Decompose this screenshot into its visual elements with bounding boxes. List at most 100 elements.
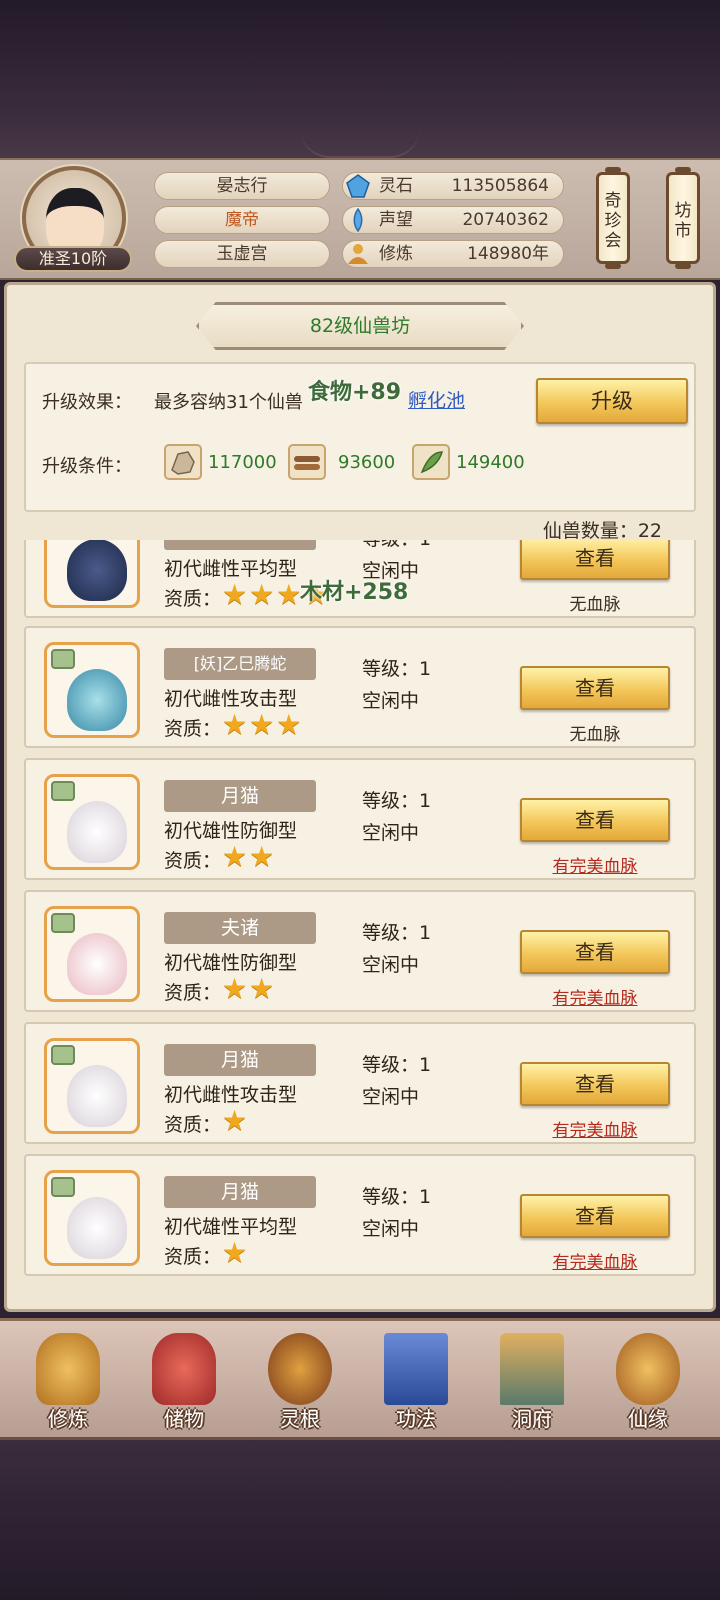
bloodline-link[interactable]: 有完美血脉 xyxy=(520,984,670,1009)
beast-type: 初代雌性攻击型 xyxy=(164,688,298,710)
nav-fate[interactable]: 仙缘 xyxy=(598,1327,698,1437)
bottom-nav: 修炼 储物 灵根 功法 洞府 仙缘 xyxy=(0,1318,720,1440)
fate-gourd-icon xyxy=(616,1333,680,1405)
stat-value: 20740362 xyxy=(462,210,549,230)
stat-label: 修炼 xyxy=(379,244,413,264)
ore-amount: 117000 xyxy=(208,452,277,473)
top-ornament xyxy=(300,128,420,158)
technique-book-icon xyxy=(384,1333,448,1405)
nav-label: 储物 xyxy=(164,1407,204,1431)
bottom-background xyxy=(0,1440,720,1600)
stat-reputation: 声望 20740362 xyxy=(342,206,564,234)
view-button[interactable]: 查看 xyxy=(520,540,670,580)
view-button[interactable]: 查看 xyxy=(520,1062,670,1106)
quality-label: 资质： xyxy=(164,982,222,1004)
bloodline-link[interactable]: 有完美血脉 xyxy=(520,852,670,877)
quality-stars: ★ xyxy=(222,1104,250,1137)
meditation-icon xyxy=(348,244,368,264)
view-button[interactable]: 查看 xyxy=(520,666,670,710)
upgrade-effect-value: 最多容纳31个仙兽 xyxy=(154,392,303,413)
view-button[interactable]: 查看 xyxy=(520,798,670,842)
cave-mansion-icon xyxy=(500,1333,564,1405)
bloodline-text: 无血脉 xyxy=(569,595,621,615)
beast-card[interactable]: 月猫 初代雌性攻击型 资质： ★ 等级：1 空闲中 查看 有完美血脉 xyxy=(24,1022,696,1144)
beast-level: 等级：1 xyxy=(362,540,431,551)
beast-status: 空闲中 xyxy=(362,690,420,712)
quality-stars: ★★ xyxy=(222,840,277,873)
quality-label: 资质： xyxy=(164,850,222,872)
beast-portrait xyxy=(44,642,140,738)
nav-technique[interactable]: 功法 xyxy=(366,1327,466,1437)
nav-label: 功法 xyxy=(396,1407,436,1431)
stat-value: 148980年 xyxy=(467,244,549,264)
player-name: 晏志行 xyxy=(154,172,330,200)
panel-title: 82级仙兽坊 xyxy=(196,302,524,350)
beast-type: 初代雌性平均型 xyxy=(164,558,298,580)
nav-label: 洞府 xyxy=(512,1407,552,1431)
beast-name: 月猫 xyxy=(164,1044,316,1076)
stat-spirit-stone: 灵石 113505864 xyxy=(342,172,564,200)
nav-label: 仙缘 xyxy=(628,1407,668,1431)
stat-value: 113505864 xyxy=(451,176,549,196)
hatch-pool-link[interactable]: 孵化池 xyxy=(408,386,465,413)
top-background xyxy=(0,0,720,160)
beast-type: 初代雄性防御型 xyxy=(164,952,298,974)
beast-status: 空闲中 xyxy=(362,1086,420,1108)
player-header: 准圣10阶 晏志行 魔帝 玉虚宫 灵石 113505864 声望 2074036… xyxy=(0,158,720,280)
beast-portrait xyxy=(44,906,140,1002)
quality-label: 资质： xyxy=(164,718,222,740)
beast-status: 空闲中 xyxy=(362,954,420,976)
beast-count: 仙兽数量：22 xyxy=(542,520,662,542)
nav-storage[interactable]: 储物 xyxy=(134,1327,234,1437)
lock-icon xyxy=(51,1177,75,1197)
beast-name: [妖]乙巳腾蛇 xyxy=(164,648,316,680)
beast-card[interactable]: [妖]乙巳腾蛇 初代雌性攻击型 资质： ★★★ 等级：1 空闲中 查看 无血脉 xyxy=(24,626,696,748)
beast-name xyxy=(164,540,316,550)
quality-stars: ★★★ xyxy=(222,708,304,741)
spirit-stone-icon xyxy=(346,174,370,198)
beast-status: 空闲中 xyxy=(362,822,420,844)
lock-icon xyxy=(51,1045,75,1065)
view-button[interactable]: 查看 xyxy=(520,930,670,974)
upgrade-condition-label: 升级条件： xyxy=(42,456,132,477)
stat-label: 灵石 xyxy=(379,176,413,196)
beast-status: 空闲中 xyxy=(362,1218,420,1240)
storage-bag-icon xyxy=(152,1333,216,1405)
beast-name: 夫诸 xyxy=(164,912,316,944)
bloodline-link[interactable]: 有完美血脉 xyxy=(520,1248,670,1273)
beast-type: 初代雄性防御型 xyxy=(164,820,298,842)
beast-image xyxy=(67,1065,127,1127)
rank-badge: 准圣10阶 xyxy=(14,246,132,272)
beast-portrait xyxy=(44,540,140,608)
beast-image xyxy=(67,669,127,731)
beast-image xyxy=(67,540,127,601)
nav-cultivate[interactable]: 修炼 xyxy=(18,1327,118,1437)
beast-card[interactable]: 夫诸 初代雄性防御型 资质： ★★ 等级：1 空闲中 查看 有完美血脉 xyxy=(24,890,696,1012)
upgrade-effect-label: 升级效果： xyxy=(42,392,132,413)
beast-image xyxy=(67,801,127,863)
herb-icon xyxy=(412,444,450,480)
bloodline-link[interactable]: 有完美血脉 xyxy=(520,1116,670,1141)
cultivate-icon xyxy=(36,1333,100,1405)
beast-card[interactable]: 月猫 初代雄性防御型 资质： ★★ 等级：1 空闲中 查看 有完美血脉 xyxy=(24,758,696,880)
reputation-icon xyxy=(353,208,363,232)
player-sect: 玉虚宫 xyxy=(154,240,330,268)
treasure-fair-button[interactable]: 奇珍会 xyxy=(596,167,630,269)
quality-label: 资质： xyxy=(164,1114,222,1136)
upgrade-button[interactable]: 升级 xyxy=(536,378,688,424)
beast-card[interactable]: 月猫 初代雄性平均型 资质： ★ 等级：1 空闲中 查看 有完美血脉 xyxy=(24,1154,696,1276)
beast-list[interactable]: 初代雌性平均型 资质： ★★★★ 等级：1 空闲中 查看 无血脉 [妖]乙巳腾蛇… xyxy=(24,540,696,1290)
nav-spirit-root[interactable]: 灵根 xyxy=(250,1327,350,1437)
lock-icon xyxy=(51,781,75,801)
nav-cave-mansion[interactable]: 洞府 xyxy=(482,1327,582,1437)
beast-portrait xyxy=(44,1170,140,1266)
wood-gain-popup: 木材+258 xyxy=(300,580,409,605)
spirit-root-icon xyxy=(268,1333,332,1405)
beast-image xyxy=(67,1197,127,1259)
stat-cultivation: 修炼 148980年 xyxy=(342,240,564,268)
wood-icon xyxy=(288,444,326,480)
market-button[interactable]: 坊市 xyxy=(666,167,700,269)
view-button[interactable]: 查看 xyxy=(520,1194,670,1238)
lock-icon xyxy=(51,649,75,669)
quality-label: 资质： xyxy=(164,1246,222,1268)
